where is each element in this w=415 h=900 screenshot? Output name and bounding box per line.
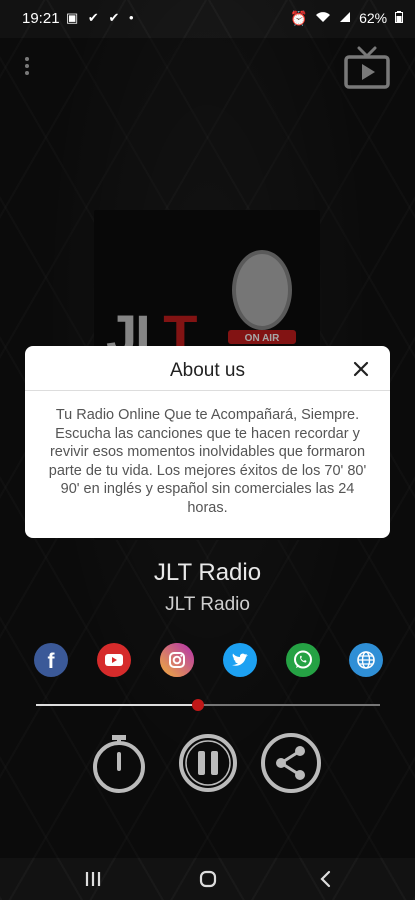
check-icon: ✔ (87, 10, 102, 25)
share-icon (261, 733, 321, 793)
close-icon[interactable] (350, 358, 372, 380)
battery-percent: 62% (359, 10, 388, 26)
pause-button[interactable] (177, 732, 239, 794)
facebook-icon[interactable]: f (34, 643, 68, 677)
volume-slider-fill (36, 704, 198, 706)
dialog-body: Tu Radio Online Que te Acompañará, Siemp… (48, 407, 367, 516)
signal-icon (339, 10, 355, 26)
youtube-icon[interactable] (97, 643, 131, 677)
volume-slider-thumb[interactable] (191, 699, 204, 711)
status-bar: 19:21 ▣ ✔ ✔ • ⏰ 62% (0, 0, 415, 38)
system-icons: ⏰ 62% (286, 10, 403, 27)
about-dialog: About us Tu Radio Online Que te Acompaña… (25, 346, 390, 538)
check-icon: ✔ (108, 10, 123, 25)
whatsapp-icon[interactable] (286, 643, 320, 677)
notification-icons: ▣ ✔ ✔ • (66, 10, 137, 26)
battery-icon (395, 10, 403, 26)
share-button[interactable] (260, 732, 322, 794)
dialog-divider (25, 390, 390, 391)
image-icon: ▣ (66, 10, 82, 25)
station-subtitle: JLT Radio (165, 594, 250, 615)
station-title: JLT Radio (153, 559, 262, 586)
dot-icon: • (128, 10, 137, 25)
dialog-title: About us (170, 360, 245, 381)
alarm-icon: ⏰ (289, 10, 308, 26)
twitter-icon[interactable] (223, 643, 257, 677)
web-icon[interactable] (349, 643, 383, 677)
recents-icon[interactable] (73, 864, 113, 894)
system-nav-bar (0, 858, 415, 900)
status-time: 19:21 (22, 10, 60, 27)
back-icon[interactable] (306, 864, 346, 894)
svg-text:f: f (48, 650, 56, 673)
timer-button[interactable] (88, 732, 150, 794)
instagram-icon[interactable] (160, 643, 194, 677)
pause-icon (179, 734, 237, 792)
social-links: f (34, 643, 384, 677)
wifi-icon (315, 10, 335, 26)
home-icon[interactable] (188, 864, 228, 894)
timer-icon (93, 735, 145, 793)
volume-slider[interactable] (36, 699, 380, 711)
